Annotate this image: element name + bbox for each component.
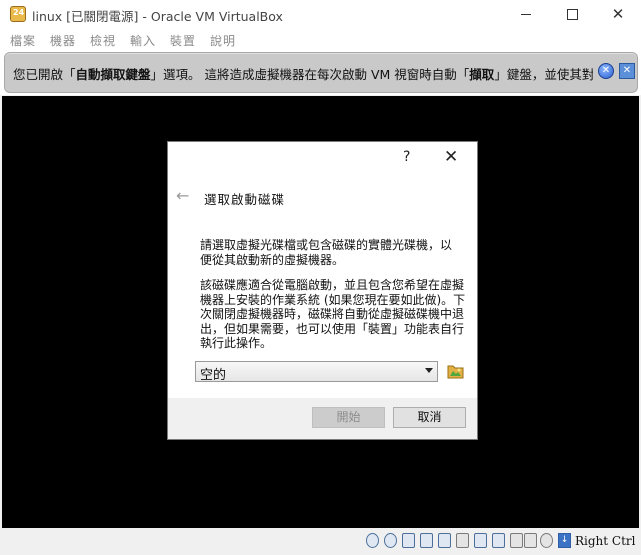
close-notice-icon[interactable]: ✕ <box>598 63 614 79</box>
menu-view[interactable]: 檢視 <box>90 32 116 49</box>
maximize-icon <box>566 8 578 20</box>
close-window-button[interactable]: ✕ <box>595 0 641 28</box>
dialog-close-button[interactable]: ✕ <box>444 147 458 167</box>
recording-icon[interactable] <box>510 533 523 548</box>
help-button[interactable]: ? <box>403 149 410 165</box>
host-key-icon[interactable]: ↓ <box>558 533 571 548</box>
cpu-icon[interactable] <box>524 533 537 548</box>
minimize-icon <box>521 13 531 15</box>
notification-area: 您已開啟「自動擷取鍵盤」選項。 這將造成虛擬機器在每次啟動 VM 視窗時自動「擷… <box>0 50 641 95</box>
usb-icon[interactable] <box>438 533 451 548</box>
chevron-down-icon <box>425 368 433 373</box>
maximize-button[interactable] <box>549 0 595 28</box>
close-icon: ✕ <box>611 4 625 23</box>
disk-select-dropdown[interactable]: 空的 <box>195 361 438 383</box>
menu-bar: 檔案 機器 檢視 輸入 裝置 說明 <box>0 28 641 50</box>
shared-folders-icon[interactable] <box>456 533 469 548</box>
window-title: linux [已關閉電源] - Oracle VM VirtualBox <box>32 9 283 24</box>
minimize-button[interactable] <box>503 0 549 28</box>
dialog-footer: 開始 取消 <box>168 398 477 439</box>
audio-icon[interactable] <box>402 533 415 548</box>
menu-devices[interactable]: 裝置 <box>170 32 196 49</box>
dialog-description: 該磁碟應適合從電腦啟動，並且包含您希望在虛擬機器上安裝的作業系統 (如果您現在要… <box>200 278 466 350</box>
dialog-title: 選取啟動磁碟 <box>204 192 286 207</box>
menu-help[interactable]: 說明 <box>210 32 236 49</box>
status-bar: ↓ Right Ctrl <box>0 528 641 555</box>
video-capture-icon[interactable] <box>492 533 505 548</box>
display-icon[interactable] <box>474 533 487 548</box>
virtualbox-icon: 24 <box>10 6 26 22</box>
host-key-label: Right Ctrl <box>575 534 636 548</box>
optical-disk-icon[interactable] <box>384 533 397 548</box>
do-not-show-again-icon[interactable]: ✕ <box>619 63 635 79</box>
disk-select-value: 空的 <box>200 368 227 383</box>
menu-file[interactable]: 檔案 <box>10 32 36 49</box>
notice-text: 您已開啟「自動擷取鍵盤」選項。 這將造成虛擬機器在每次啟動 VM 視窗時自動「擷… <box>13 67 593 82</box>
title-bar: 24 linux [已關閉電源] - Oracle VM VirtualBox … <box>0 0 641 28</box>
menu-input[interactable]: 輸入 <box>130 32 156 49</box>
start-button[interactable]: 開始 <box>312 407 385 428</box>
back-arrow-icon[interactable]: ← <box>176 186 189 205</box>
auto-capture-notice: 您已開啟「自動擷取鍵盤」選項。 這將造成虛擬機器在每次啟動 VM 視窗時自動「擷… <box>4 52 638 93</box>
select-start-disk-dialog: ? ✕ ← 選取啟動磁碟 請選取虛擬光碟檔或包含磁碟的實體光碟機，以便從其啟動新… <box>168 142 477 439</box>
menu-machine[interactable]: 機器 <box>50 32 76 49</box>
cancel-button[interactable]: 取消 <box>393 407 466 428</box>
network-icon[interactable] <box>420 533 433 548</box>
mouse-integration-icon[interactable] <box>540 533 553 548</box>
hard-disk-icon[interactable] <box>366 533 379 548</box>
open-folder-icon[interactable] <box>447 362 464 380</box>
dialog-instruction: 請選取虛擬光碟檔或包含磁碟的實體光碟機，以便從其啟動新的虛擬機器。 <box>200 238 453 267</box>
